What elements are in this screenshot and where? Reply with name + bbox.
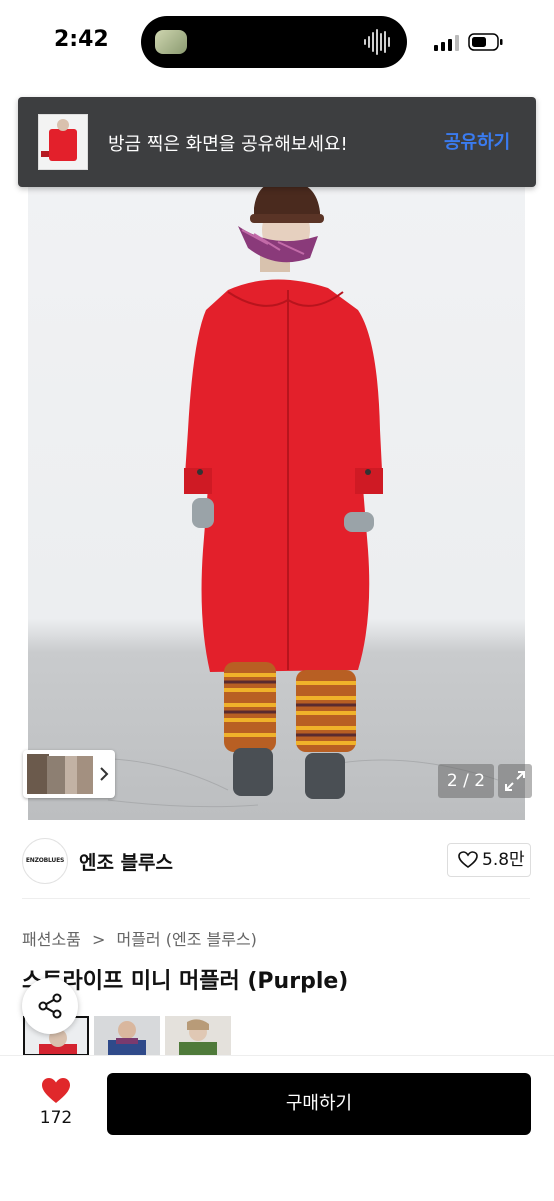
audio-waveform-icon	[364, 29, 390, 55]
buy-button[interactable]: 구매하기	[107, 1073, 531, 1135]
now-playing-thumbnail	[155, 30, 187, 54]
heart-outline-icon	[458, 851, 478, 868]
expand-icon	[505, 771, 525, 791]
cellular-signal-icon	[434, 35, 459, 51]
share-icon	[38, 993, 62, 1019]
share-button[interactable]	[22, 978, 78, 1034]
variant-thumb-2[interactable]	[94, 1016, 160, 1056]
brand-like-count: 5.8만	[482, 850, 525, 870]
share-toast: 방금 찍은 화면을 공유해보세요! 공유하기	[18, 97, 536, 187]
model-red-coat-illustration	[47, 181, 499, 808]
variant-thumb-3[interactable]	[165, 1016, 231, 1056]
photo-thumbnail-strip-button[interactable]	[23, 750, 115, 798]
breadcrumb: 패션소품 > 머플러 (엔조 블루스)	[22, 926, 257, 950]
screenshot-thumbnail[interactable]	[38, 114, 88, 170]
brand-like-button[interactable]: 5.8만	[447, 843, 531, 877]
toast-message: 방금 찍은 화면을 공유해보세요!	[108, 134, 348, 155]
heart-filled-icon[interactable]	[41, 1077, 71, 1105]
product-photo[interactable]	[28, 150, 525, 820]
wish-count: 172	[39, 1108, 73, 1128]
chevron-right-icon	[100, 767, 109, 781]
divider	[22, 898, 530, 899]
brand-name[interactable]: 엔조 블루스	[79, 848, 173, 875]
breadcrumb-item-subcategory[interactable]: 머플러 (엔조 블루스)	[116, 930, 256, 949]
breadcrumb-separator: >	[91, 930, 106, 949]
expand-button[interactable]	[498, 764, 532, 798]
dynamic-island[interactable]	[141, 16, 407, 68]
toast-share-button[interactable]: 공유하기	[444, 128, 510, 154]
breadcrumb-item-category[interactable]: 패션소품	[22, 930, 81, 949]
battery-icon	[468, 33, 503, 51]
brand-logo[interactable]: ENZOBLUES	[22, 838, 68, 884]
photo-counter: 2 / 2	[438, 764, 494, 798]
status-time: 2:42	[54, 27, 109, 52]
